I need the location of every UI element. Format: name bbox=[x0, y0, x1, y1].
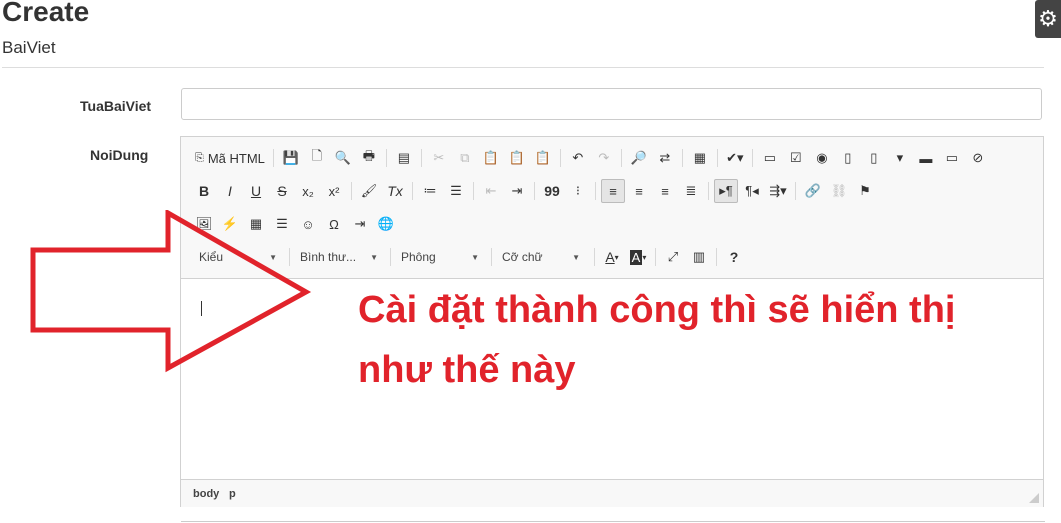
separator bbox=[594, 248, 595, 266]
separator bbox=[708, 182, 709, 200]
replace-icon[interactable]: ⇄ bbox=[653, 146, 677, 170]
size-combo[interactable]: Cỡ chữ ▼ bbox=[494, 245, 586, 269]
align-right-icon[interactable]: ≡ bbox=[653, 179, 677, 203]
editor-status-bar: body p bbox=[181, 479, 1043, 507]
bg-color-button[interactable]: A ▾ bbox=[626, 245, 650, 269]
unlink-icon[interactable]: ⛓ bbox=[827, 179, 851, 203]
maximize-icon[interactable]: ⤢ bbox=[661, 245, 685, 269]
undo-icon[interactable]: ↶ bbox=[566, 146, 590, 170]
link-icon[interactable]: 🔗 bbox=[801, 179, 825, 203]
paste-icon[interactable]: 📋 bbox=[479, 146, 503, 170]
separator bbox=[595, 182, 596, 200]
radio-icon[interactable]: ◉ bbox=[810, 146, 834, 170]
outdent-icon[interactable]: ⇤ bbox=[479, 179, 503, 203]
cut-icon[interactable]: ✂ bbox=[427, 146, 451, 170]
source-button[interactable]: ⎘ Mã HTML bbox=[192, 146, 268, 170]
page-break-icon[interactable]: ⇥ bbox=[348, 212, 372, 236]
anchor-flag-icon[interactable]: ⚑ bbox=[853, 179, 877, 203]
language-icon[interactable]: ⇶▾ bbox=[766, 179, 790, 203]
bold-button[interactable]: B bbox=[192, 179, 216, 203]
path-body[interactable]: body bbox=[193, 488, 219, 500]
strike-button[interactable]: S bbox=[270, 179, 294, 203]
separator bbox=[534, 182, 535, 200]
copy-icon[interactable]: ⧉ bbox=[453, 146, 477, 170]
indent-icon[interactable]: ⇥ bbox=[505, 179, 529, 203]
separator bbox=[491, 248, 492, 266]
separator bbox=[716, 149, 718, 167]
title-label: TuaBaiViet bbox=[80, 98, 152, 114]
select-all-icon[interactable]: ▦ bbox=[688, 146, 712, 170]
templates-icon[interactable]: ▤ bbox=[392, 146, 416, 170]
ltr-icon[interactable]: ▸¶ bbox=[714, 179, 738, 203]
redo-icon[interactable]: ↷ bbox=[592, 146, 616, 170]
copy-format-icon[interactable]: 🖌 bbox=[357, 179, 381, 203]
separator bbox=[620, 149, 622, 167]
underline-button[interactable]: U bbox=[244, 179, 268, 203]
annotation-text: Cài đặt thành công thì sẽ hiển thị như t… bbox=[358, 289, 956, 391]
textarea-icon[interactable]: ▯ bbox=[862, 146, 886, 170]
page-subtitle: BaiViet bbox=[2, 38, 56, 57]
resize-handle[interactable] bbox=[1029, 493, 1039, 503]
rtl-icon[interactable]: ¶◂ bbox=[740, 179, 764, 203]
numbered-list-icon[interactable]: ≔ bbox=[418, 179, 442, 203]
separator bbox=[751, 149, 753, 167]
divider bbox=[181, 521, 1045, 522]
separator bbox=[390, 248, 391, 266]
paste-word-icon[interactable]: 📋 bbox=[531, 146, 555, 170]
iframe-icon[interactable]: 🌐 bbox=[374, 212, 398, 236]
form-icon[interactable]: ▭ bbox=[758, 146, 782, 170]
source-icon: ⎘ bbox=[195, 151, 204, 164]
select-icon[interactable]: ▾ bbox=[888, 146, 912, 170]
separator bbox=[473, 182, 474, 200]
red-arrow-annotation bbox=[30, 210, 312, 373]
help-button[interactable]: ? bbox=[722, 245, 746, 269]
div-container-icon[interactable]: ⁝ bbox=[566, 179, 590, 203]
separator bbox=[795, 182, 796, 200]
subscript-button[interactable]: x₂ bbox=[296, 179, 320, 203]
separator bbox=[272, 149, 274, 167]
separator bbox=[655, 248, 656, 266]
image-button-icon[interactable]: ▭ bbox=[940, 146, 964, 170]
content-label: NoiDung bbox=[90, 147, 149, 163]
textfield-icon[interactable]: ▯ bbox=[836, 146, 860, 170]
gear-icon[interactable]: ⚙ bbox=[1035, 0, 1061, 38]
hidden-field-icon[interactable]: ⊘ bbox=[966, 146, 990, 170]
checkbox-icon[interactable]: ☑ bbox=[784, 146, 808, 170]
superscript-button[interactable]: x² bbox=[322, 179, 346, 203]
italic-button[interactable]: I bbox=[218, 179, 242, 203]
separator bbox=[716, 248, 717, 266]
align-justify-icon[interactable]: ≣ bbox=[679, 179, 703, 203]
text-color-button[interactable]: A ▾ bbox=[600, 245, 624, 269]
font-combo[interactable]: Phông ▼ bbox=[393, 245, 485, 269]
find-icon[interactable]: 🔎 bbox=[627, 146, 651, 170]
paste-text-icon[interactable]: 📋 bbox=[505, 146, 529, 170]
align-center-icon[interactable]: ≡ bbox=[627, 179, 651, 203]
bulleted-list-icon[interactable]: ☰ bbox=[444, 179, 468, 203]
separator bbox=[681, 149, 683, 167]
separator bbox=[420, 149, 422, 167]
new-page-icon[interactable]: 🗋 bbox=[305, 146, 329, 170]
button-icon[interactable]: ▬ bbox=[914, 146, 938, 170]
show-blocks-icon[interactable]: ▥ bbox=[687, 245, 711, 269]
print-icon[interactable]: 🖶 bbox=[357, 146, 381, 170]
separator bbox=[412, 182, 413, 200]
blockquote-button[interactable]: 99 bbox=[540, 179, 564, 203]
separator bbox=[559, 149, 561, 167]
page-title: Create bbox=[2, 0, 90, 27]
remove-format-button[interactable]: Tx bbox=[383, 179, 407, 203]
divider bbox=[2, 67, 1044, 68]
save-icon[interactable]: 💾 bbox=[279, 146, 303, 170]
spellcheck-icon[interactable]: ✔▾ bbox=[723, 146, 747, 170]
align-left-icon[interactable]: ≡ bbox=[601, 179, 625, 203]
separator bbox=[385, 149, 387, 167]
path-p[interactable]: p bbox=[229, 488, 236, 500]
preview-icon[interactable]: 🔍 bbox=[331, 146, 355, 170]
title-input[interactable] bbox=[181, 88, 1042, 120]
special-char-icon[interactable]: Ω bbox=[322, 212, 346, 236]
separator bbox=[351, 182, 352, 200]
